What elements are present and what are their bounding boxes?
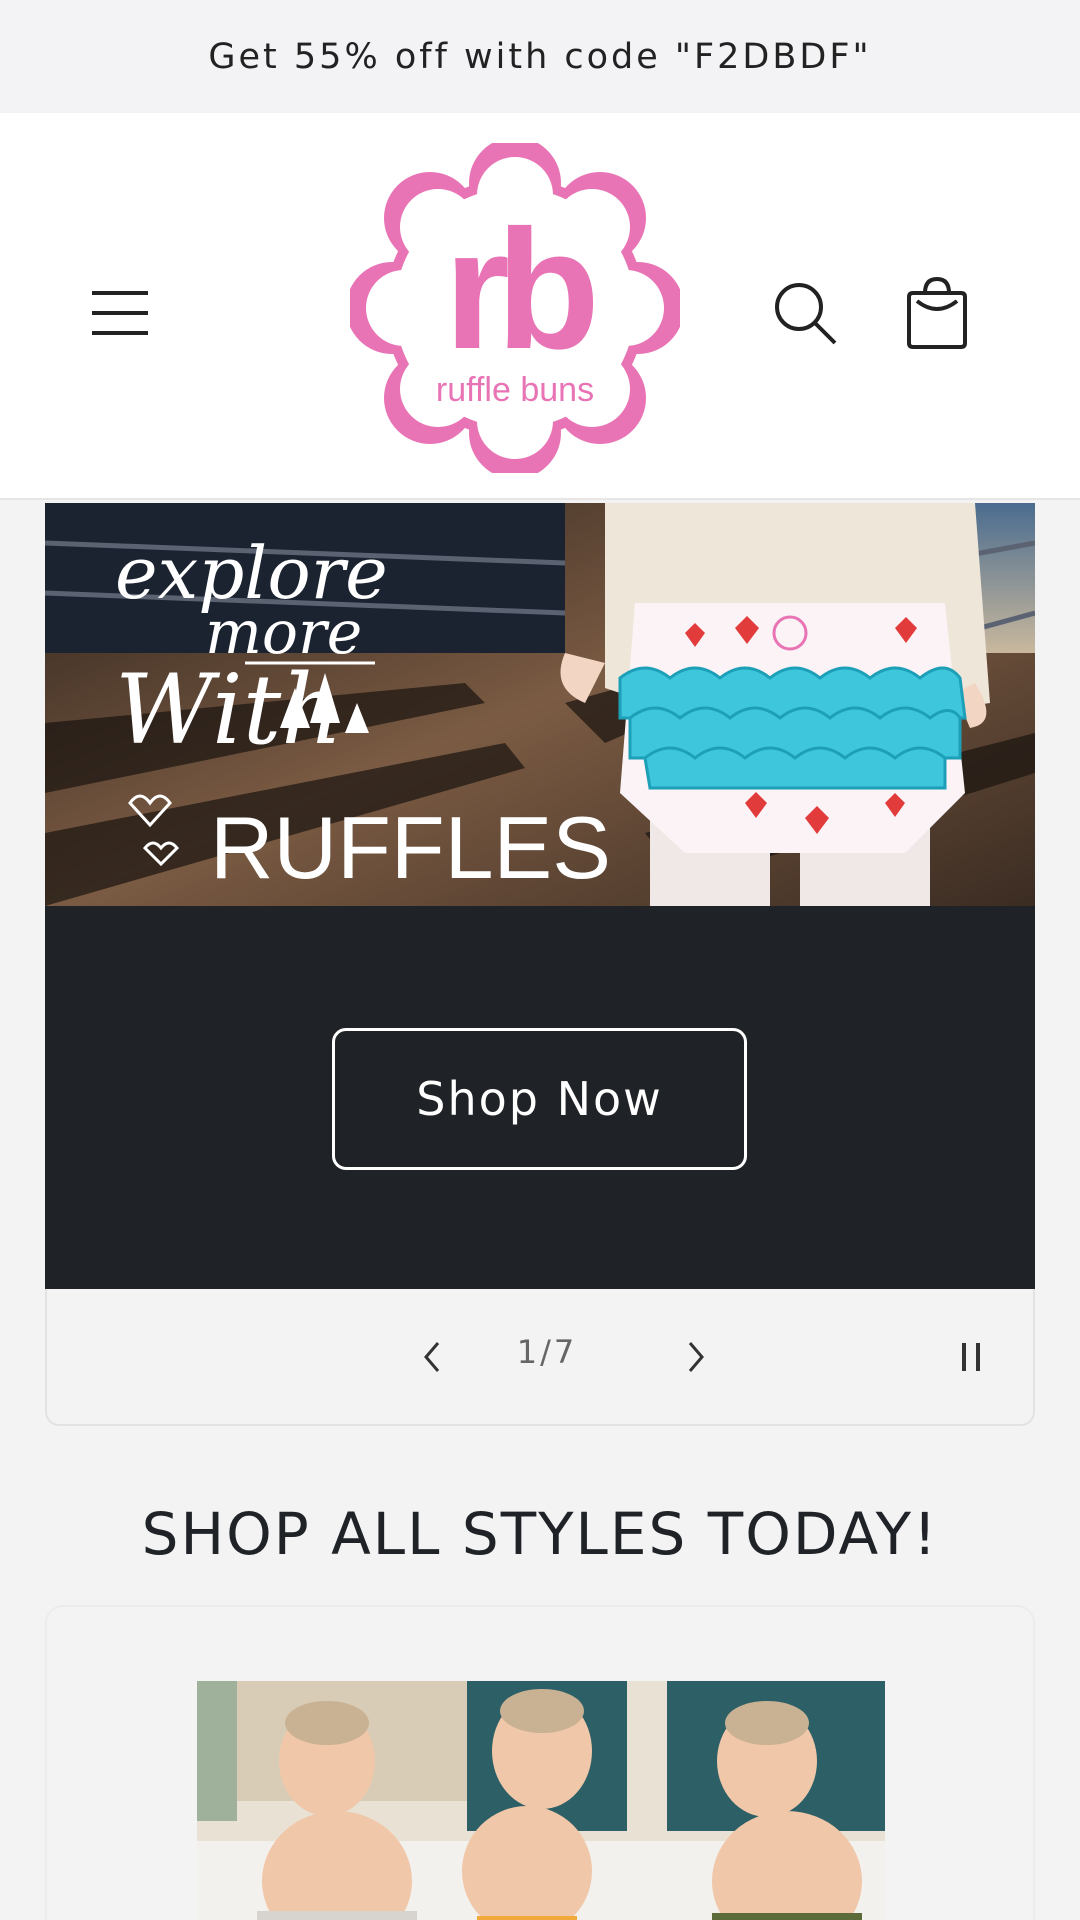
pause-slideshow-button[interactable] — [943, 1329, 999, 1385]
next-slide-button[interactable] — [667, 1329, 723, 1385]
chevron-left-icon — [424, 1342, 440, 1372]
search-icon — [775, 283, 837, 345]
ruffle-buns-logo[interactable]: rb ruffle buns — [346, 137, 684, 479]
cart-button[interactable] — [895, 273, 980, 353]
section-heading: SHOP ALL STYLES TODAY! — [141, 1500, 939, 1568]
logo-monogram: rb — [444, 195, 593, 385]
svg-text:RUFFLES: RUFFLES — [210, 798, 611, 897]
slide-counter: 1/7 — [516, 1333, 578, 1371]
pause-icon — [962, 1343, 980, 1371]
shop-now-button[interactable]: Shop Now — [332, 1028, 747, 1170]
collection-image[interactable] — [197, 1681, 885, 1920]
menu-button[interactable] — [80, 273, 160, 353]
collection-card[interactable] — [45, 1605, 1035, 1920]
svg-text:With: With — [115, 654, 343, 766]
slider-controls: 1/7 — [45, 1289, 1035, 1426]
previous-slide-button[interactable] — [405, 1329, 461, 1385]
shop-now-label: Shop Now — [416, 1072, 663, 1126]
logo-brand-text: ruffle buns — [436, 371, 594, 409]
hero-slide-image: explore more With RUFFLES — [45, 503, 1035, 906]
chevron-right-icon — [688, 1342, 704, 1372]
announcement-bar: Get 55% off with code "F2DBDF" — [0, 0, 1080, 113]
site-header: rb ruffle buns — [0, 113, 1080, 500]
announcement-text: Get 55% off with code "F2DBDF" — [208, 36, 872, 77]
cart-icon — [907, 276, 967, 349]
hero-slide-panel: Shop Now — [45, 906, 1035, 1289]
menu-icon — [92, 291, 148, 335]
hero-slideshow: explore more With RUFFLES Shop Now 1/7 — [45, 503, 1035, 1426]
search-button[interactable] — [765, 273, 845, 353]
